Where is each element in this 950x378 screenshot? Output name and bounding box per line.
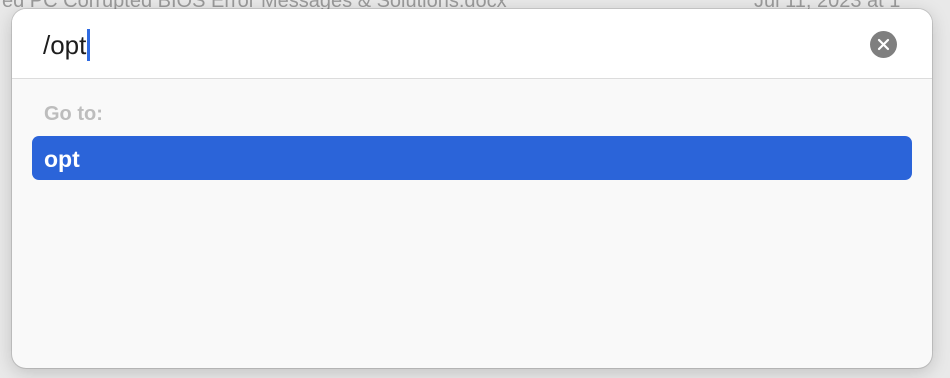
suggestion-item-label: opt (44, 146, 80, 172)
path-input[interactable]: /opt (43, 29, 90, 61)
clear-button[interactable] (870, 31, 897, 58)
path-field-container[interactable]: /opt (12, 9, 932, 79)
suggestion-item-opt[interactable]: opt (32, 136, 912, 180)
close-circle-icon (877, 38, 890, 51)
path-input-value[interactable]: /opt (43, 29, 86, 61)
text-caret (87, 29, 90, 61)
go-to-section-label: Go to: (44, 103, 103, 125)
go-to-folder-dialog: /opt Go to: opt (12, 9, 932, 368)
